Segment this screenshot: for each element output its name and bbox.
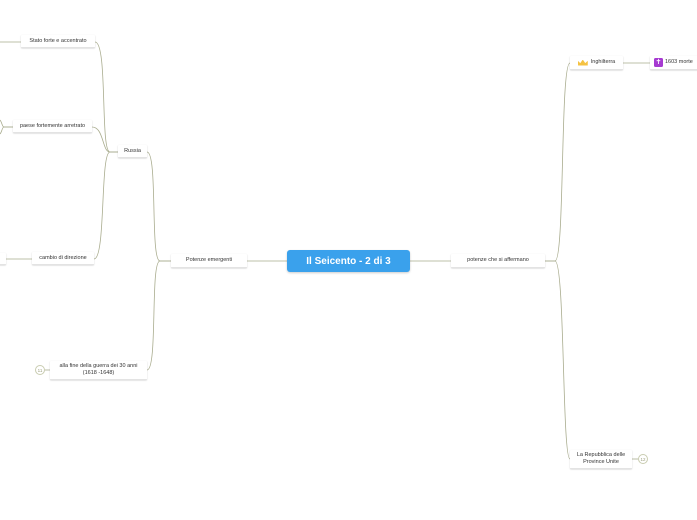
node-fine-guerra[interactable]: alla fine della guerra dei 30 anni (1618… [50, 361, 147, 380]
connector-russia-stato-forte [94, 41, 118, 153]
connector-paese-arretrato-stub-2 [0, 126, 13, 135]
connector-affermano-repubblica [545, 260, 571, 460]
node-stato-forte[interactable]: Stato forte e accentrato [21, 35, 95, 48]
node-potenze-emergenti-label: Potenze emergenti [185, 257, 233, 263]
node-repubblica[interactable]: La Repubblica delle Province Unite [570, 450, 632, 469]
node-offscreen-stub[interactable] [0, 253, 6, 265]
node-cambio-direzione-label: cambio di direzione [39, 254, 87, 261]
connector-emergenti-fine-guerra [146, 260, 171, 371]
node-cambio-direzione[interactable]: cambio di direzione [32, 252, 94, 265]
central-topic-label: Il Seicento - 2 di 3 [306, 255, 391, 267]
node-stato-forte-label: Stato forte e accentrato [29, 37, 87, 44]
node-russia-label: Russia [124, 147, 141, 154]
connector-paese-arretrato-stub [0, 119, 13, 128]
node-inghilterra[interactable]: Inghilterra [570, 56, 623, 70]
collapsed-count-badge-label: 11 [37, 367, 43, 373]
connector-affermano-inghilterra [545, 62, 571, 262]
node-russia[interactable]: Russia [118, 145, 147, 158]
collapsed-count-badge[interactable]: 12 [638, 454, 648, 464]
node-1603-morte-label: 1603 morte [665, 59, 693, 65]
central-topic[interactable]: Il Seicento - 2 di 3 [287, 250, 410, 272]
node-paese-arretrato-label: paese fortemente arretrato [19, 122, 86, 129]
collapsed-count-badge[interactable]: 11 [35, 365, 45, 375]
node-potenze-affermano[interactable]: potenze che si affermano [451, 254, 545, 268]
collapsed-count-badge-label: 12 [640, 456, 646, 462]
crown-icon [577, 59, 588, 66]
node-potenze-emergenti[interactable]: Potenze emergenti [171, 254, 247, 268]
node-repubblica-label: La Repubblica delle Province Unite [576, 452, 626, 465]
latin-cross-icon: ✝ [654, 58, 663, 67]
node-1603-morte[interactable]: ✝ 1603 morte [650, 56, 697, 70]
node-potenze-affermano-label: potenze che si affermano [467, 257, 529, 263]
node-inghilterra-label: Inghilterra [590, 59, 616, 65]
connector-russia-cambio [93, 151, 118, 260]
node-paese-arretrato[interactable]: paese fortemente arretrato [13, 120, 92, 133]
connector-emergenti-russia [146, 151, 171, 262]
node-fine-guerra-label: alla fine della guerra dei 30 anni (1618… [59, 363, 138, 376]
